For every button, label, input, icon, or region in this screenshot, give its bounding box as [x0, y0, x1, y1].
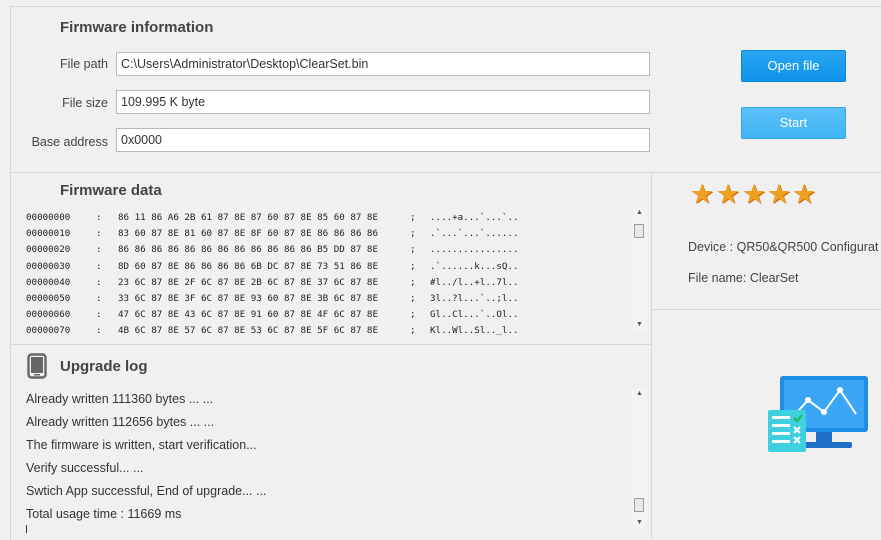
- hex-row: 00000040:23 6C 87 8E 2F 6C 87 8E 2B 6C 8…: [26, 276, 519, 288]
- file-name: File name: ClearSet: [688, 271, 799, 285]
- scroll-up-icon[interactable]: ▲: [632, 388, 647, 400]
- divider-vertical: [651, 172, 652, 539]
- firmware-info-title: Firmware information: [60, 19, 214, 36]
- hex-row: 00000070:4B 6C 87 8E 57 6C 87 8E 53 6C 8…: [26, 325, 519, 337]
- hex-row: 00000020:86 86 86 86 86 86 86 86 86 86 8…: [26, 244, 519, 256]
- file-size-field[interactable]: 109.995 K byte: [116, 90, 650, 114]
- base-address-label: Base address: [31, 135, 108, 149]
- log-line: Already written 112656 bytes ... ...: [26, 415, 215, 429]
- phone-icon: [27, 353, 47, 379]
- log-line: Already written 111360 bytes ... ...: [26, 392, 214, 406]
- scroll-up-icon[interactable]: ▲: [632, 207, 647, 219]
- file-size-label: File size: [62, 96, 108, 110]
- star-icon: ★: [690, 179, 715, 209]
- firmware-data-title: Firmware data: [60, 182, 162, 199]
- scroll-thumb[interactable]: [634, 224, 644, 238]
- log-line: Total usage time : 11669 ms: [26, 507, 182, 521]
- hex-row: 00000060:47 6C 87 8E 43 6C 87 8E 91 60 8…: [26, 309, 519, 321]
- firmware-hex-view: 00000000:86 11 86 A6 2B 61 87 8E 87 60 8…: [26, 210, 519, 340]
- start-button[interactable]: Start: [741, 107, 846, 139]
- star-icon: ★: [742, 179, 767, 209]
- hex-row: 00000010:83 60 87 8E 81 60 87 8E 8F 60 8…: [26, 228, 519, 240]
- log-line: Verify successful... ...: [26, 461, 144, 475]
- scroll-down-icon[interactable]: ▼: [632, 517, 647, 529]
- file-path-label: File path: [60, 57, 108, 71]
- open-file-button[interactable]: Open file: [741, 50, 846, 82]
- log-line: Swtich App successful, End of upgrade...…: [26, 484, 267, 498]
- device-name: Device : QR50&QR500 Configurat: [688, 240, 879, 254]
- divider-top: [10, 172, 881, 173]
- hex-row: 00000030:8D 60 87 8E 86 86 86 86 6B DC 8…: [26, 260, 519, 272]
- scroll-thumb[interactable]: [634, 498, 644, 512]
- divider-right: [651, 309, 881, 310]
- divider-middle: [10, 344, 651, 345]
- hex-row: 00000000:86 11 86 A6 2B 61 87 8E 87 60 8…: [26, 212, 519, 223]
- scroll-down-icon[interactable]: ▼: [632, 319, 647, 331]
- monitor-chart-icon: [768, 374, 870, 454]
- upgrade-log-list: Already written 111360 bytes ... ... Alr…: [26, 388, 266, 526]
- hex-row: 00000050:33 6C 87 8E 3F 6C 87 8E 93 60 8…: [26, 292, 519, 304]
- log-scrollbar[interactable]: ▲ ▼: [632, 388, 647, 529]
- base-address-field[interactable]: 0x0000: [116, 128, 650, 152]
- star-icon: ★: [792, 179, 817, 209]
- upgrade-log-title: Upgrade log: [60, 358, 148, 375]
- star-icon: ★: [716, 179, 741, 209]
- text-cursor: [26, 525, 27, 533]
- file-path-field[interactable]: C:\Users\Administrator\Desktop\ClearSet.…: [116, 52, 650, 76]
- star-icon: ★: [767, 179, 792, 209]
- log-line: The firmware is written, start verificat…: [26, 438, 257, 452]
- hex-scrollbar[interactable]: ▲ ▼: [632, 207, 647, 331]
